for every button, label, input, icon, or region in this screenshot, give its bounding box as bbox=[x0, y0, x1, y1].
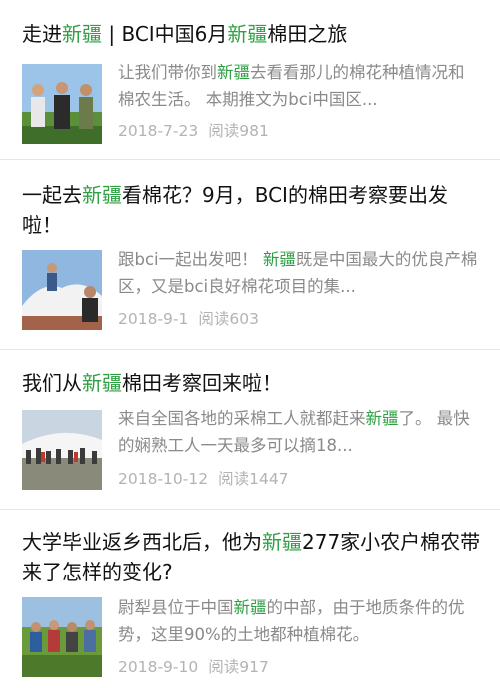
publish-date: 2018-10-12 bbox=[118, 470, 209, 488]
article-title[interactable]: 我们从新疆棉田考察回来啦！ bbox=[22, 368, 482, 398]
article-meta: 2018-10-12 阅读1447 bbox=[118, 469, 289, 489]
article-meta: 2018-7-23 阅读981 bbox=[118, 121, 269, 141]
keyword-highlight: 新疆 bbox=[217, 63, 250, 82]
keyword-highlight: 新疆 bbox=[82, 183, 122, 207]
read-count: 阅读603 bbox=[198, 310, 259, 328]
article-excerpt: 让我们带你到新疆去看看那儿的棉花种植情况和棉农生活。 本期推文为bci中国区..… bbox=[118, 63, 465, 109]
keyword-highlight: 新疆 bbox=[227, 22, 268, 46]
article-thumbnail[interactable] bbox=[22, 410, 102, 490]
read-count: 阅读981 bbox=[208, 122, 269, 140]
read-count: 阅读1447 bbox=[218, 470, 289, 488]
article-title[interactable]: 大学毕业返乡西北后，他为新疆277家小农户棉农带来了怎样的变化? bbox=[22, 527, 482, 587]
article-meta: 2018-9-10 阅读917 bbox=[118, 657, 269, 677]
article-meta: 2018-9-1 阅读603 bbox=[118, 309, 259, 329]
publish-date: 2018-7-23 bbox=[118, 122, 199, 140]
publish-date: 2018-9-1 bbox=[118, 310, 189, 328]
keyword-highlight: 新疆 bbox=[62, 22, 102, 46]
article-thumbnail[interactable] bbox=[22, 64, 102, 144]
article-item[interactable]: 一起去新疆看棉花？9月，BCI的棉田考察要出发啦！ 跟bci一起出发吧！ 新疆既… bbox=[0, 160, 500, 350]
article-excerpt: 来自全国各地的采棉工人就都赶来新疆了。 最快的娴熟工人一天最多可以摘18... bbox=[118, 409, 470, 455]
article-item[interactable]: 大学毕业返乡西北后，他为新疆277家小农户棉农带来了怎样的变化? 尉犁县位于中国… bbox=[0, 510, 500, 688]
article-excerpt: 尉犁县位于中国新疆的中部，由于地质条件的优势，这里90%的土地都种植棉花。 bbox=[118, 598, 465, 644]
publish-date: 2018-9-10 bbox=[118, 658, 199, 676]
article-item[interactable]: 走进新疆 | BCI中国6月新疆棉田之旅 让我们带你到新疆去看看那儿的棉花种植情… bbox=[0, 0, 500, 160]
keyword-highlight: 新疆 bbox=[262, 250, 296, 269]
article-title[interactable]: 一起去新疆看棉花？9月，BCI的棉田考察要出发啦！ bbox=[22, 180, 482, 240]
keyword-highlight: 新疆 bbox=[233, 598, 267, 617]
article-thumbnail[interactable] bbox=[22, 250, 102, 330]
article-excerpt: 跟bci一起出发吧！ 新疆既是中国最大的优良产棉区，又是bci良好棉花项目的集.… bbox=[118, 250, 478, 296]
article-thumbnail[interactable] bbox=[22, 597, 102, 677]
keyword-highlight: 新疆 bbox=[82, 371, 122, 395]
keyword-highlight: 新疆 bbox=[365, 409, 399, 428]
article-list: 走进新疆 | BCI中国6月新疆棉田之旅 让我们带你到新疆去看看那儿的棉花种植情… bbox=[0, 0, 500, 688]
article-item[interactable]: 我们从新疆棉田考察回来啦！ 来自全国各地的采棉工人就都赶来新疆了。 最快的娴熟工… bbox=[0, 350, 500, 510]
article-title[interactable]: 走进新疆 | BCI中国6月新疆棉田之旅 bbox=[22, 19, 482, 49]
read-count: 阅读917 bbox=[208, 658, 269, 676]
keyword-highlight: 新疆 bbox=[262, 530, 302, 554]
